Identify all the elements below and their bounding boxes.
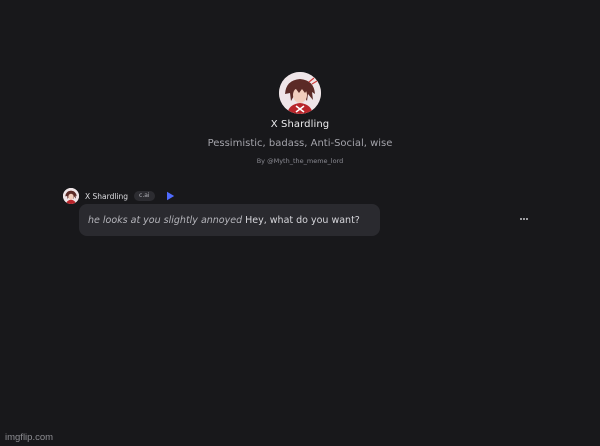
character-description: Pessimistic, badass, Anti-Social, wise (207, 138, 393, 149)
play-icon[interactable] (166, 191, 176, 201)
character-author[interactable]: By @Myth_the_meme_lord (257, 157, 344, 165)
message-text: Hey, what do you want? (245, 214, 360, 226)
message-bubble: he looks at you slightly annoyed Hey, wh… (79, 204, 380, 236)
more-options-icon[interactable] (515, 212, 533, 226)
watermark: imgflip.com (5, 432, 54, 443)
character-avatar[interactable] (279, 72, 321, 114)
cai-badge: c.ai (134, 191, 155, 201)
message-action-text: he looks at you slightly annoyed (88, 214, 243, 226)
message-sender-name: X Shardling (85, 191, 129, 201)
character-name: X Shardling (270, 119, 330, 130)
character-profile: X Shardling Pessimistic, badass, Anti-So… (0, 72, 600, 165)
message-avatar[interactable] (63, 188, 79, 204)
message-header: X Shardling c.ai (63, 187, 176, 205)
